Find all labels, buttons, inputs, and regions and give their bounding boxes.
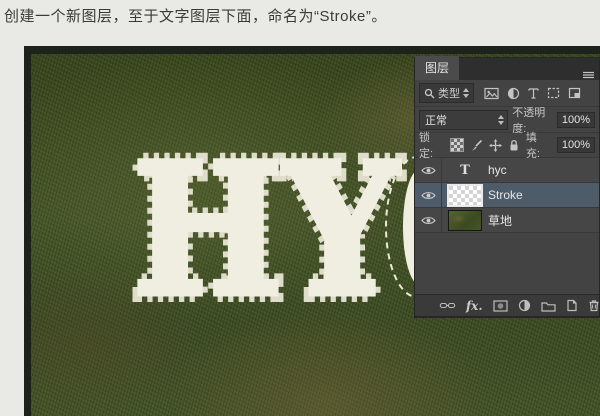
filter-type-select[interactable]: 类型 bbox=[419, 83, 474, 103]
lock-transparency-icon[interactable] bbox=[450, 138, 464, 152]
layer-row-grass[interactable]: 草地 bbox=[415, 208, 599, 233]
filter-type-label: 类型 bbox=[438, 85, 460, 101]
tab-layers[interactable]: 图层 bbox=[415, 56, 459, 80]
lock-row: 锁定: 填充: 100% bbox=[415, 133, 599, 158]
updown-arrows-icon bbox=[498, 115, 504, 125]
fx-icon[interactable]: fx. bbox=[466, 300, 483, 312]
panel-menu-icon[interactable] bbox=[582, 71, 595, 80]
eye-icon[interactable] bbox=[415, 208, 442, 232]
eye-icon[interactable] bbox=[415, 158, 442, 182]
opacity-value[interactable]: 100% bbox=[557, 112, 595, 128]
delete-layer-icon[interactable] bbox=[588, 299, 600, 312]
fill-value[interactable]: 100% bbox=[557, 137, 595, 153]
image-layer-thumbnail[interactable] bbox=[442, 210, 488, 231]
layer-name[interactable]: 草地 bbox=[488, 212, 512, 229]
layers-panel: 图层 类型 bbox=[414, 57, 600, 318]
transparent-layer-thumbnail[interactable] bbox=[442, 184, 488, 207]
panel-bottom-bar: fx. bbox=[415, 294, 599, 316]
type-filter-icon[interactable] bbox=[528, 87, 539, 99]
updown-arrows-icon bbox=[463, 88, 469, 98]
layer-mask-icon[interactable] bbox=[493, 300, 508, 312]
search-icon bbox=[424, 88, 435, 99]
text-layer-thumbnail[interactable]: T bbox=[442, 163, 488, 178]
lock-all-icon[interactable] bbox=[508, 139, 520, 152]
blend-mode-select[interactable]: 正常 bbox=[419, 110, 508, 130]
lock-position-icon[interactable] bbox=[489, 139, 502, 152]
group-icon[interactable] bbox=[541, 300, 556, 312]
filter-icon-buttons bbox=[484, 87, 581, 100]
adjustment-filter-icon[interactable] bbox=[507, 87, 520, 100]
blend-mode-value: 正常 bbox=[425, 112, 447, 128]
lock-label: 锁定: bbox=[419, 129, 444, 161]
smart-object-filter-icon[interactable] bbox=[568, 87, 581, 99]
layer-filter-row: 类型 bbox=[415, 80, 599, 107]
layer-row-stroke[interactable]: Stroke bbox=[415, 183, 599, 208]
layer-name[interactable]: hyc bbox=[488, 163, 507, 177]
pixel-layer-filter-icon[interactable] bbox=[484, 87, 499, 100]
instruction-text: 创建一个新图层，至于文字图层下面，命名为“Stroke”。 bbox=[4, 5, 596, 26]
fill-label: 填充: bbox=[526, 129, 551, 161]
layer-row-hyc[interactable]: T hyc bbox=[415, 158, 599, 183]
eye-icon[interactable] bbox=[415, 183, 442, 207]
lock-pixels-icon[interactable] bbox=[470, 139, 483, 152]
link-icon[interactable] bbox=[439, 301, 456, 310]
panel-tab-bar: 图层 bbox=[415, 58, 599, 80]
adjustment-layer-icon[interactable] bbox=[518, 299, 531, 312]
layer-name[interactable]: Stroke bbox=[488, 188, 523, 202]
layer-list-empty-area bbox=[415, 233, 599, 294]
shape-filter-icon[interactable] bbox=[547, 87, 560, 99]
new-layer-icon[interactable] bbox=[566, 299, 578, 312]
canvas-letters-hy: HY bbox=[133, 124, 399, 335]
